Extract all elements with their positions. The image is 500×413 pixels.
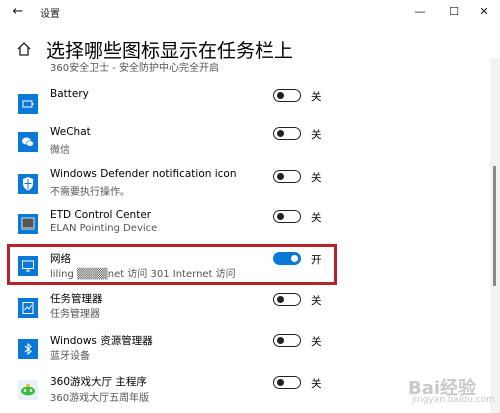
title-bar: ← 设置 — ☐ ✕ bbox=[0, 0, 500, 24]
game-hall-icon bbox=[18, 380, 38, 400]
list-item: Windows Defender notification icon 不需要执行… bbox=[0, 163, 490, 203]
battery-toggle[interactable] bbox=[273, 89, 301, 102]
arrow-left-icon[interactable]: ← bbox=[8, 3, 28, 21]
item-name: 360游戏大厅 主程序 bbox=[50, 376, 147, 388]
item-desc: 蓝牙设备 bbox=[50, 351, 90, 362]
minimize-button[interactable]: — bbox=[406, 2, 434, 22]
shield-icon bbox=[18, 174, 38, 194]
item-desc: 360安全卫士 - 安全防护中心完全开启 bbox=[50, 63, 220, 74]
highlight-frame bbox=[7, 244, 337, 285]
item-desc: ELAN Pointing Device bbox=[50, 223, 158, 234]
close-button[interactable]: ✕ bbox=[470, 2, 498, 22]
list-item: ETD Control Center ELAN Pointing Device … bbox=[0, 204, 490, 244]
task-manager-toggle[interactable] bbox=[273, 293, 301, 306]
task-manager-icon bbox=[18, 298, 38, 318]
toggle-state-label: 关 bbox=[311, 378, 322, 390]
list-item: Battery 关 bbox=[0, 82, 490, 122]
defender-toggle[interactable] bbox=[273, 170, 301, 183]
touchpad-icon bbox=[18, 214, 38, 234]
etd-toggle[interactable] bbox=[273, 210, 301, 223]
list-item: 360安全卫士 - 安全防护中心完全开启 bbox=[0, 58, 490, 74]
window-title: 设置 bbox=[40, 9, 60, 20]
item-name: WeChat bbox=[50, 126, 91, 138]
wechat-icon bbox=[18, 132, 38, 152]
game-hall-toggle[interactable] bbox=[273, 376, 301, 389]
maximize-button[interactable]: ☐ bbox=[440, 2, 468, 22]
item-name: Windows 资源管理器 bbox=[50, 335, 153, 347]
item-desc: 360游戏大厅五周年版 bbox=[50, 393, 150, 404]
list-item: WeChat 微信 关 bbox=[0, 122, 490, 162]
watermark-url: jingyan.baidu.com bbox=[412, 395, 496, 405]
bluetooth-icon bbox=[18, 339, 38, 359]
wechat-toggle[interactable] bbox=[273, 127, 301, 140]
toggle-state-label: 关 bbox=[311, 212, 322, 224]
list-item: 任务管理器 任务管理器 关 bbox=[0, 288, 490, 328]
toggle-state-label: 关 bbox=[311, 295, 322, 307]
battery-icon bbox=[18, 94, 38, 114]
toggle-state-label: 关 bbox=[311, 129, 322, 141]
item-name: Windows Defender notification icon bbox=[50, 168, 237, 180]
list-item: Windows 资源管理器 蓝牙设备 关 bbox=[0, 329, 490, 369]
item-name: Battery bbox=[50, 88, 89, 100]
explorer-toggle[interactable] bbox=[273, 334, 301, 347]
toggle-state-label: 关 bbox=[311, 336, 322, 348]
item-name: 任务管理器 bbox=[50, 293, 103, 305]
taskbar-icon-list: 360安全卫士 - 安全防护中心完全开启 Battery 关 WeChat 微信… bbox=[0, 58, 490, 413]
scrollbar-thumb[interactable] bbox=[493, 166, 496, 286]
scrollbar[interactable] bbox=[490, 58, 500, 413]
item-name: ETD Control Center bbox=[50, 209, 152, 221]
toggle-state-label: 关 bbox=[311, 91, 322, 103]
item-desc: 微信 bbox=[50, 145, 70, 156]
item-desc: 不需要执行操作。 bbox=[50, 187, 130, 198]
toggle-state-label: 关 bbox=[311, 172, 322, 184]
item-desc: 任务管理器 bbox=[50, 309, 100, 320]
home-icon[interactable] bbox=[16, 41, 32, 57]
